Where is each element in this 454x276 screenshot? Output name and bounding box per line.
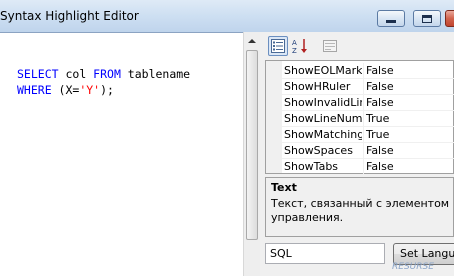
property-value[interactable]: False [366,144,394,157]
property-name[interactable]: ShowMatchingBracket [284,128,362,141]
property-divider[interactable] [363,143,364,159]
editor-vertical-scrollbar[interactable] [243,32,260,276]
categorized-button[interactable] [268,36,288,56]
property-pages-button[interactable] [320,36,340,56]
property-value[interactable]: False [366,80,394,93]
property-divider[interactable] [363,79,364,95]
property-divider[interactable] [363,63,364,79]
close-button[interactable] [445,10,454,27]
window-title: Syntax Highlight Editor [0,9,139,23]
property-name[interactable]: ShowHRuler [284,80,362,93]
language-input[interactable] [265,243,385,264]
code-line: WHERE (X='Y'); [17,82,190,98]
code-text[interactable]: SELECT col FROM tablename WHERE (X='Y'); [17,66,190,98]
sql-text: ); [100,83,114,97]
minimize-icon [386,20,396,23]
property-value[interactable]: True [366,112,389,125]
property-name[interactable]: ShowTabs [284,160,362,173]
property-row[interactable]: ShowInvalidLines False [282,95,454,111]
property-grid: ShowEOLMarkerFalseShowHRulerFalseShowInv… [265,60,454,175]
categorized-icon [271,39,285,53]
sql-string: 'Y' [79,83,101,97]
sql-keyword: WHERE [17,83,52,97]
property-pages-icon [323,40,337,52]
alphabetical-button[interactable]: A Z [291,36,311,56]
property-divider[interactable] [363,95,364,111]
maximize-button[interactable] [413,10,441,27]
sql-keyword: SELECT [17,67,59,81]
property-name[interactable]: ShowEOLMarker [284,64,362,77]
property-row[interactable]: ShowLineNumbers True [282,111,454,127]
property-name[interactable]: ShowSpaces [284,144,362,157]
property-row[interactable]: ShowSpaces False [282,143,454,159]
description-text: Текст, связанный с элементом управления. [271,197,450,224]
property-row[interactable]: ShowTabs False [282,159,454,175]
property-row[interactable]: ShowEOLMarker False [282,63,454,79]
property-value[interactable]: True [366,128,389,141]
property-value[interactable]: False [366,64,394,77]
property-divider[interactable] [363,127,364,143]
property-description-pane: Text Текст, связанный с элементом управл… [265,177,454,237]
title-bar: Syntax Highlight Editor [0,0,454,32]
svg-text:A: A [292,39,297,47]
property-grid-toolbar: A Z [264,34,454,58]
sql-keyword: FROM [93,67,121,81]
property-row[interactable]: ShowHRuler False [282,79,454,95]
svg-text:Z: Z [292,47,297,54]
scrollbar-thumb[interactable] [246,50,258,240]
code-editor[interactable]: SELECT col FROM tablename WHERE (X='Y'); [0,32,243,276]
property-name[interactable]: ShowLineNumbers [284,112,362,125]
description-title: Text [271,181,297,194]
alphabetical-icon: A Z [292,39,307,54]
watermark: RESURSE [392,262,434,272]
property-value[interactable]: False [366,160,394,173]
scroll-up-icon[interactable] [248,39,256,43]
property-value[interactable]: False [366,96,394,109]
property-divider[interactable] [363,159,364,175]
property-grid-margin [266,61,282,173]
sql-text: tablename [120,67,191,81]
sql-text: (X= [51,83,80,97]
property-row[interactable]: ShowMatchingBracket True [282,127,454,143]
code-line: SELECT col FROM tablename [17,66,190,82]
minimize-button[interactable] [377,10,405,27]
maximize-icon [422,14,432,23]
property-divider[interactable] [363,111,364,127]
sql-text: col [58,67,94,81]
property-name[interactable]: ShowInvalidLines [284,96,362,109]
